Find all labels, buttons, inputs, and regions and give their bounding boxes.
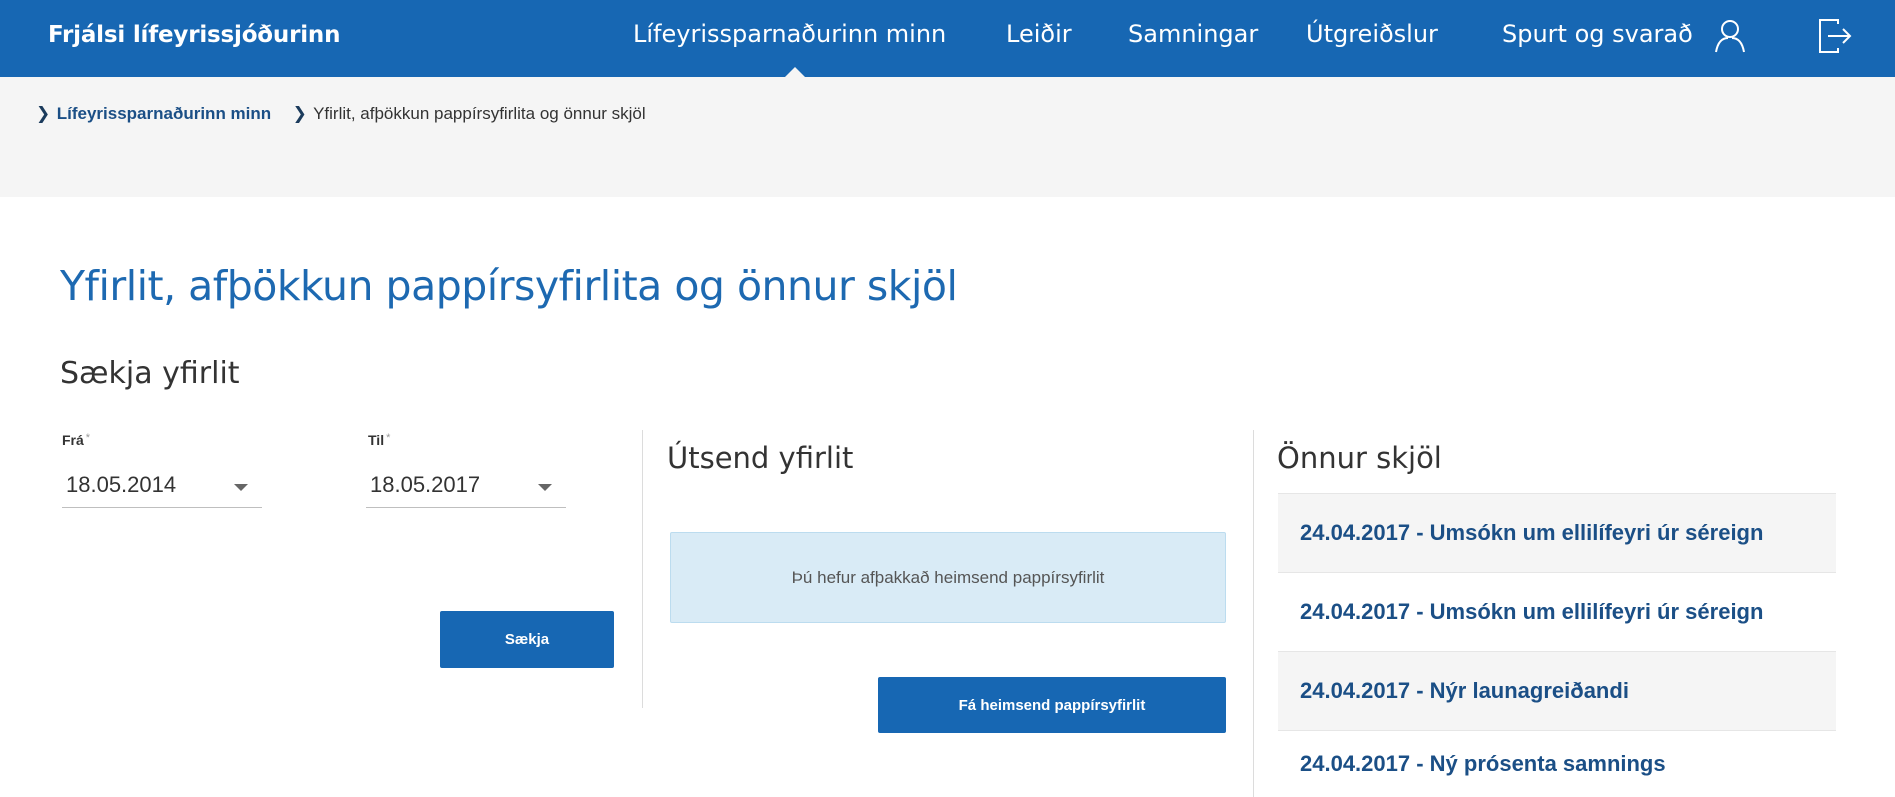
sent-statements-title: Útsend yfirlit [667, 441, 854, 475]
document-link[interactable]: 24.04.2017 - Ný prósenta samnings [1278, 730, 1836, 797]
other-documents-title: Önnur skjöl [1277, 441, 1442, 475]
nav-item-savings[interactable]: Lífeyrissparnaðurinn minn [633, 20, 946, 48]
column-divider [642, 430, 643, 708]
column-divider [1253, 430, 1254, 797]
brand-name[interactable]: Frjálsi lífeyrissjóðurinn [48, 22, 340, 48]
breadcrumb-band [0, 77, 1895, 197]
document-link[interactable]: 24.04.2017 - Nýr launagreiðandi [1278, 651, 1836, 730]
breadcrumb-link-savings[interactable]: Lífeyrissparnaðurinn minn [57, 104, 271, 123]
nav-item-options[interactable]: Leiðir [1006, 20, 1072, 48]
from-date-value: 18.05.2014 [66, 472, 177, 497]
to-date-value: 18.05.2017 [370, 472, 481, 497]
caret-down-icon [538, 484, 552, 491]
opted-out-notice: Þú hefur afþakkað heimsend pappírsyfirli… [670, 532, 1226, 623]
from-date-select[interactable]: 18.05.2014 [62, 468, 262, 508]
nav-item-payouts[interactable]: Útgreiðslur [1306, 20, 1438, 48]
breadcrumb: ❯ Lífeyrissparnaðurinn minn ❯ Yfirlit, a… [36, 104, 646, 124]
logout-icon[interactable] [1814, 16, 1854, 56]
breadcrumb-current: Yfirlit, afþökkun pappírsyfirlita og önn… [313, 104, 646, 123]
user-icon[interactable] [1710, 16, 1750, 56]
nav-item-contracts[interactable]: Samningar [1128, 20, 1258, 48]
request-paper-statements-button[interactable]: Fá heimsend pappírsyfirlit [878, 677, 1226, 733]
to-date-label: Til * [368, 432, 391, 448]
chevron-right-icon: ❯ [292, 104, 307, 123]
document-link[interactable]: 24.04.2017 - Umsókn um ellilífeyri úr sé… [1278, 572, 1836, 651]
fetch-statements-title: Sækja yfirlit [60, 356, 240, 391]
chevron-right-icon: ❯ [36, 104, 51, 123]
to-date-select[interactable]: 18.05.2017 [366, 468, 566, 508]
from-date-label: Frá * [62, 432, 91, 448]
page-title: Yfirlit, afþökkun pappírsyfirlita og önn… [60, 262, 958, 310]
caret-down-icon [234, 484, 248, 491]
fetch-button[interactable]: Sækja [440, 611, 614, 668]
nav-item-faq[interactable]: Spurt og svarað [1502, 20, 1693, 48]
top-navigation-bar: Frjálsi lífeyrissjóðurinn Lífeyrissparna… [0, 0, 1895, 78]
document-link[interactable]: 24.04.2017 - Umsókn um ellilífeyri úr sé… [1278, 493, 1836, 572]
